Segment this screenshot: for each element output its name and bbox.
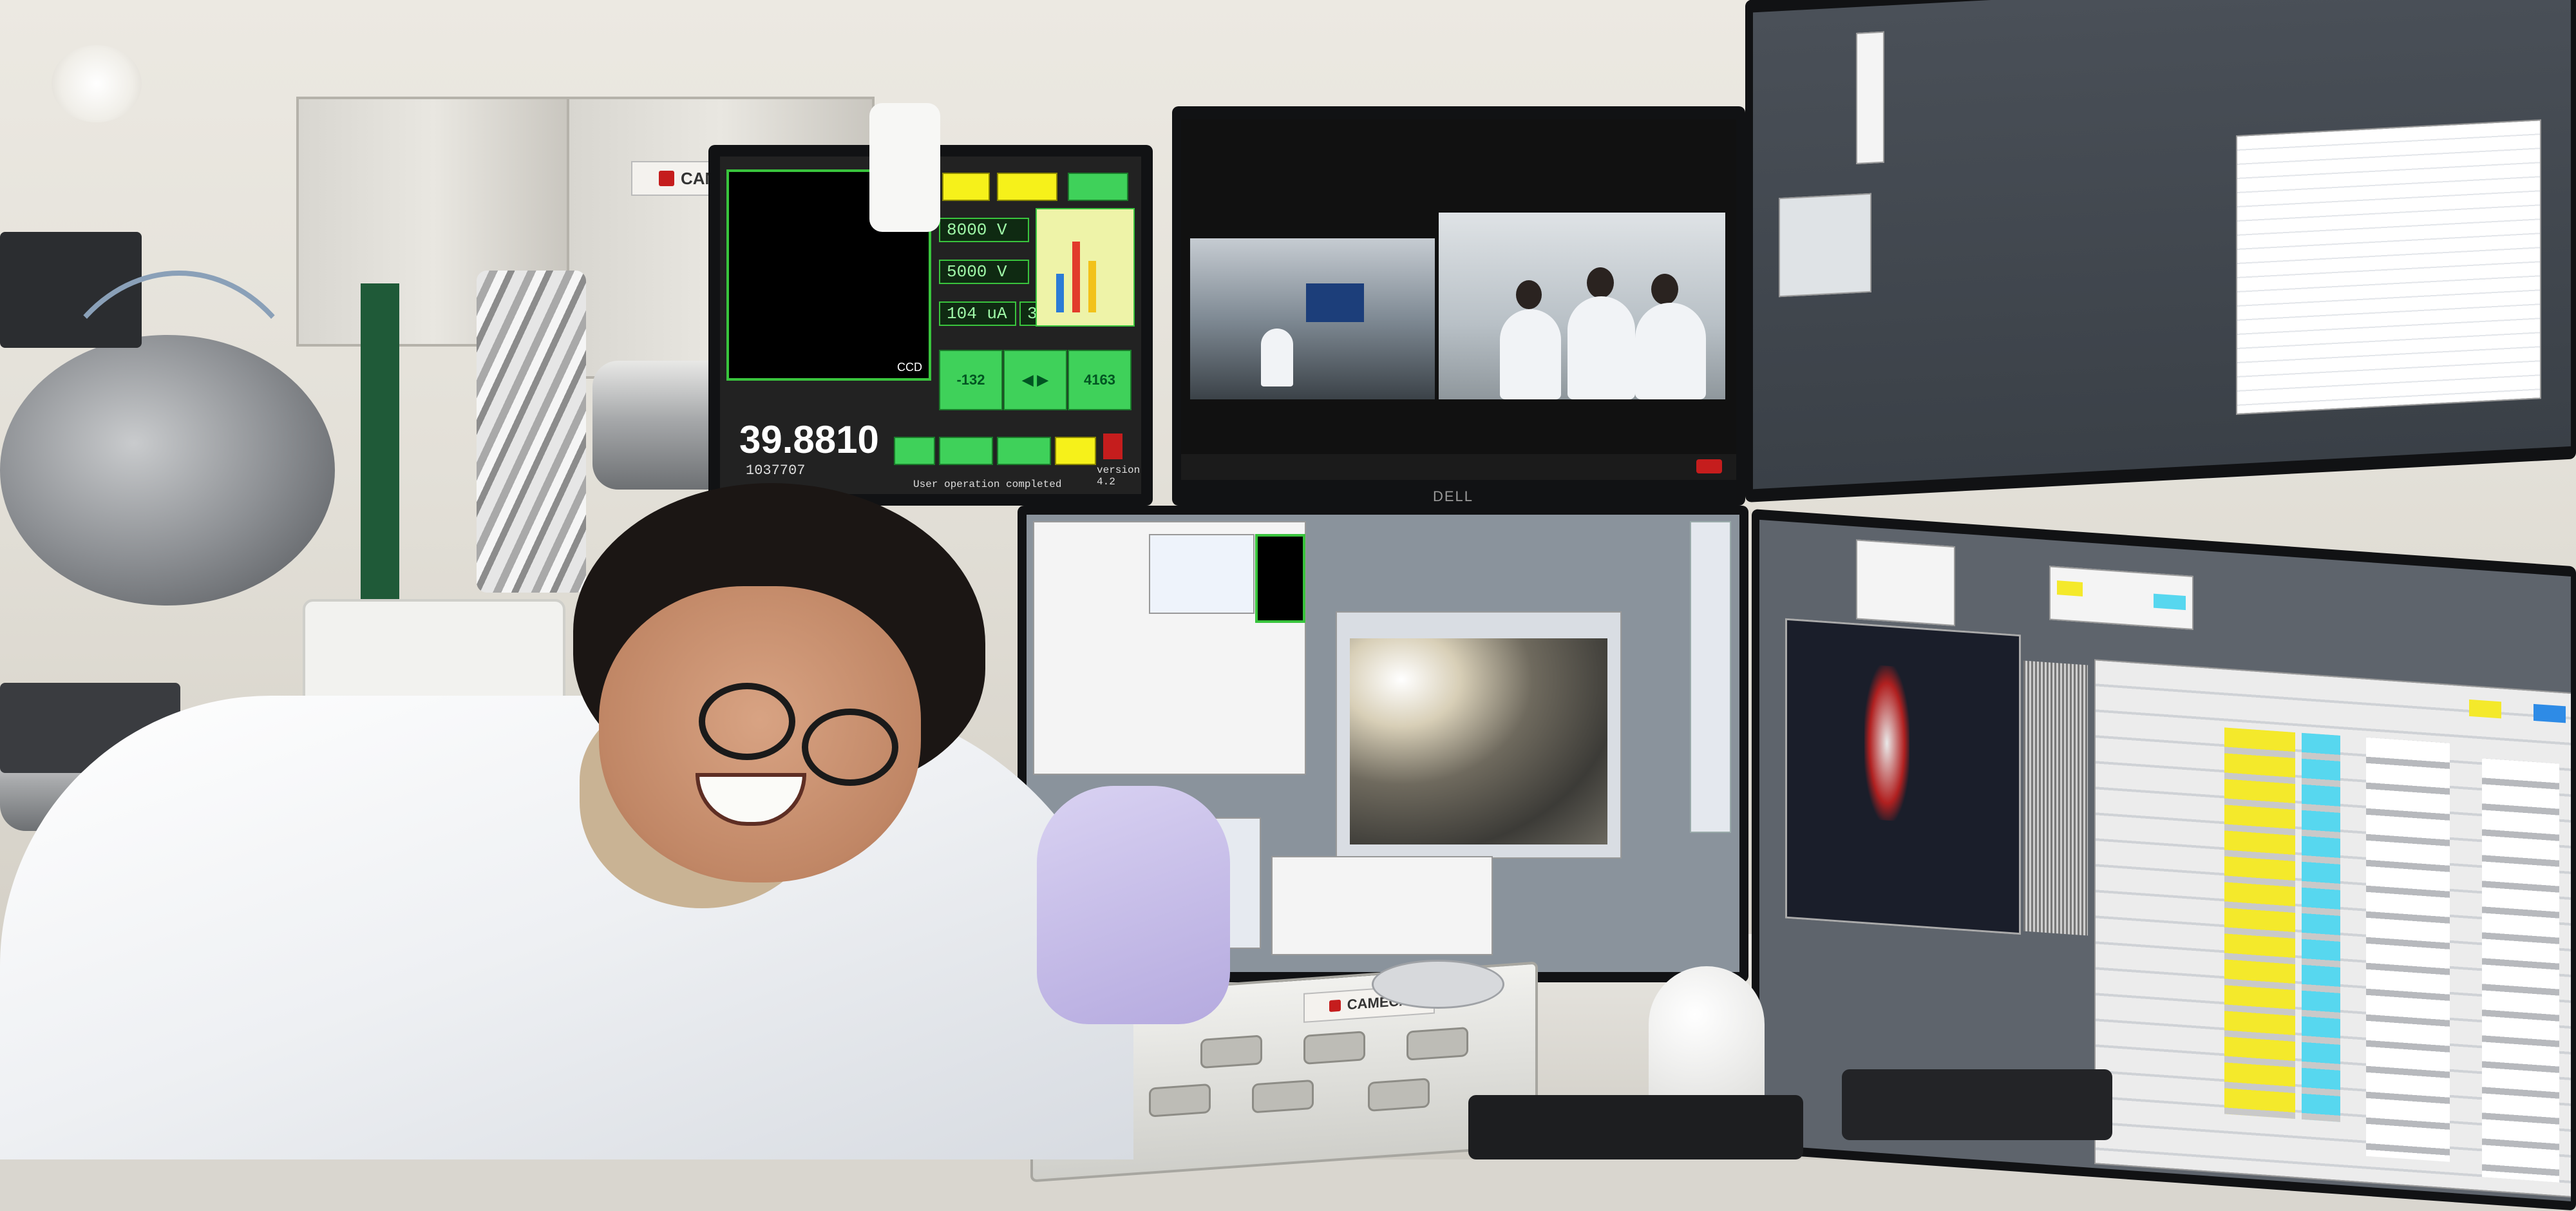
small-button-2[interactable]	[939, 437, 993, 465]
desk-hub	[1842, 1069, 2112, 1140]
blue-button[interactable]	[2533, 703, 2566, 723]
right-tool-strip[interactable]	[1690, 521, 1731, 833]
video-call-monitor: DELL	[1172, 106, 1745, 506]
glasses-left-lens	[699, 683, 795, 760]
video-tile-remote-lab	[1190, 238, 1435, 399]
glasses-right-lens	[802, 709, 898, 786]
remote-person	[1261, 329, 1293, 386]
stop-icon[interactable]	[1103, 434, 1122, 459]
control-button-3[interactable]	[1068, 173, 1128, 201]
gloved-hand-peace-sign	[1037, 786, 1230, 1024]
control-button-2[interactable]	[997, 173, 1057, 201]
preview-tile	[1255, 534, 1305, 623]
dial-left-value: -132	[956, 372, 985, 388]
plot-thumbnail[interactable]	[1779, 193, 1871, 298]
small-button-1[interactable]	[894, 437, 935, 465]
keypad-key-5[interactable]	[1252, 1079, 1314, 1114]
small-dialog[interactable]	[1149, 534, 1255, 614]
reconstruction-view[interactable]	[1785, 618, 2021, 935]
microscope-window[interactable]	[1336, 611, 1622, 859]
small-button-3[interactable]	[997, 437, 1051, 465]
gauge-bar-3	[1088, 261, 1096, 312]
keyboard[interactable]	[1468, 1095, 1803, 1159]
mouse[interactable]	[1372, 960, 1504, 1009]
dial-right-value: 4163	[1084, 372, 1115, 388]
video-tile-local-room	[1439, 213, 1725, 399]
video-call-screen	[1181, 119, 1736, 480]
vertical-toolbar[interactable]	[1856, 31, 1884, 164]
participant-1	[1500, 309, 1561, 399]
webcam-device	[869, 103, 940, 232]
level-gauge	[1036, 208, 1135, 327]
keypad-key-4[interactable]	[1149, 1083, 1211, 1118]
readout-current: 104 uA	[939, 301, 1016, 326]
gauge-bar-2	[1072, 242, 1080, 312]
person-lab-coat	[0, 696, 1133, 1159]
participant-1-head	[1516, 280, 1542, 309]
yellow-button[interactable]	[2469, 699, 2501, 719]
keypad-key-1[interactable]	[1200, 1035, 1262, 1069]
keypad-brand-mark-icon	[1329, 999, 1341, 1013]
keypad-key-2[interactable]	[1303, 1031, 1365, 1065]
dial-arrows-button[interactable]: ◀ ▶	[1003, 350, 1067, 410]
dial-right-button[interactable]: 4163	[1068, 350, 1132, 410]
small-button-4[interactable]	[1055, 437, 1096, 465]
keypad-key-6[interactable]	[1368, 1078, 1430, 1112]
keypad-key-3[interactable]	[1406, 1027, 1468, 1061]
status-window-1[interactable]	[1856, 539, 1955, 627]
atom-map	[1864, 664, 1909, 823]
parameter-field-column	[2366, 737, 2450, 1162]
main-value: 39.8810	[739, 418, 879, 461]
ccd-label: CCD	[897, 361, 922, 374]
sub-value: 1037707	[746, 462, 806, 479]
monitor-brand: DELL	[1433, 488, 1474, 504]
microscope-image	[1350, 638, 1607, 844]
parameter-field-column-2	[2482, 758, 2559, 1183]
status-window-2[interactable]	[2049, 566, 2193, 630]
participant-3	[1635, 303, 1706, 399]
parameter-table-window[interactable]	[2094, 659, 2571, 1198]
end-call-button[interactable]	[1696, 459, 1722, 473]
cyan-value-column	[2302, 732, 2340, 1122]
indicator-cyan	[2154, 593, 2186, 611]
dial-left-button[interactable]: -132	[939, 350, 1003, 410]
top-right-desktop	[1753, 0, 2571, 490]
detector-histogram	[2023, 660, 2088, 936]
foil-wrapped-column	[477, 271, 586, 593]
data-table-window[interactable]	[1271, 856, 1493, 955]
control-button-1[interactable]	[942, 173, 990, 201]
readout-voltage-1: 8000 V	[939, 218, 1029, 242]
cable-bundle	[39, 271, 319, 603]
top-right-monitor	[1745, 0, 2576, 502]
gauge-bar-1	[1056, 274, 1064, 312]
arrows-icon: ◀ ▶	[1022, 372, 1048, 388]
participant-2-head	[1587, 267, 1614, 298]
readout-voltage-2: 5000 V	[939, 260, 1029, 284]
yellow-value-column	[2224, 727, 2295, 1120]
status-line: User operation completed	[913, 479, 1062, 490]
indicator-yellow	[2057, 580, 2083, 596]
file-explorer-window[interactable]	[2236, 119, 2541, 415]
ceiling-light	[52, 45, 142, 122]
call-toolbar[interactable]	[1181, 454, 1736, 480]
participant-3-head	[1651, 274, 1678, 305]
remote-monitor	[1306, 283, 1364, 322]
participant-2	[1567, 296, 1635, 399]
version-label: version 4.2	[1097, 464, 1141, 488]
brand-mark-icon	[658, 171, 674, 186]
